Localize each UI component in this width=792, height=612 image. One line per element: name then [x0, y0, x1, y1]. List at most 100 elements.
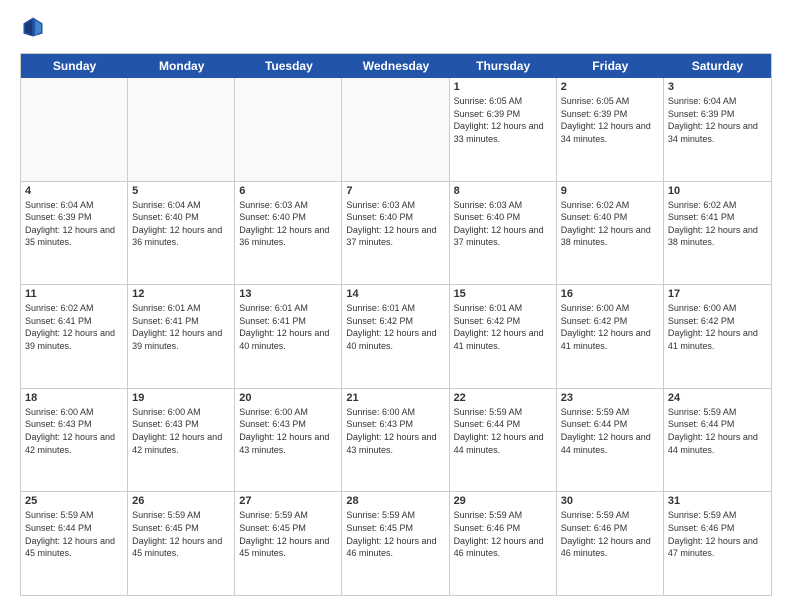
header-cell-friday: Friday	[557, 54, 664, 78]
calendar-header: SundayMondayTuesdayWednesdayThursdayFrid…	[21, 54, 771, 78]
day-cell-23: 23 Sunrise: 5:59 AM Sunset: 6:44 PM Dayli…	[557, 389, 664, 492]
day-number: 15	[454, 288, 552, 300]
calendar-body: 1 Sunrise: 6:05 AM Sunset: 6:39 PM Daylig…	[21, 78, 771, 595]
empty-cell	[342, 78, 449, 181]
day-cell-13: 13Sunrise: 6:01 AM Sunset: 6:41 PM Dayli…	[235, 285, 342, 388]
day-info: Sunrise: 6:02 AM Sunset: 6:40 PM Dayligh…	[561, 199, 659, 249]
empty-cell	[235, 78, 342, 181]
header-cell-tuesday: Tuesday	[235, 54, 342, 78]
day-info: Sunrise: 6:00 AM Sunset: 6:43 PM Dayligh…	[346, 406, 444, 456]
day-cell-12: 12 Sunrise: 6:01 AM Sunset: 6:41 PM Dayli…	[128, 285, 235, 388]
day-info: Sunrise: 6:05 AM Sunset: 6:39 PM Dayligh…	[454, 95, 552, 145]
day-number: 23	[561, 392, 659, 404]
header-cell-saturday: Saturday	[664, 54, 771, 78]
day-number: 28	[346, 495, 444, 507]
day-number: 17	[668, 288, 767, 300]
day-cell-18: 18Sunrise: 6:00 AM Sunset: 6:43 PM Dayli…	[21, 389, 128, 492]
header	[20, 16, 772, 43]
header-cell-monday: Monday	[128, 54, 235, 78]
day-info: Sunrise: 5:59 AM Sunset: 6:44 PM Dayligh…	[454, 406, 552, 456]
day-number: 9	[561, 185, 659, 197]
day-number: 25	[25, 495, 123, 507]
day-number: 4	[25, 185, 123, 197]
day-info: Sunrise: 5:59 AM Sunset: 6:46 PM Dayligh…	[454, 509, 552, 559]
day-number: 21	[346, 392, 444, 404]
day-info: Sunrise: 5:59 AM Sunset: 6:46 PM Dayligh…	[668, 509, 767, 559]
day-info: Sunrise: 6:00 AM Sunset: 6:43 PM Dayligh…	[132, 406, 230, 456]
day-cell-26: 26 Sunrise: 5:59 AM Sunset: 6:45 PM Dayli…	[128, 492, 235, 595]
day-cell-27: 27 Sunrise: 5:59 AM Sunset: 6:45 PM Dayli…	[235, 492, 342, 595]
day-info: Sunrise: 6:01 AM Sunset: 6:41 PM Dayligh…	[132, 302, 230, 352]
day-cell-6: 6 Sunrise: 6:03 AM Sunset: 6:40 PM Daylig…	[235, 182, 342, 285]
day-number: 1	[454, 81, 552, 93]
day-cell-4: 4 Sunrise: 6:04 AM Sunset: 6:39 PM Daylig…	[21, 182, 128, 285]
week-row-4: 25 Sunrise: 5:59 AM Sunset: 6:44 PM Dayli…	[21, 492, 771, 595]
day-cell-24: 24 Sunrise: 5:59 AM Sunset: 6:44 PM Dayli…	[664, 389, 771, 492]
header-cell-thursday: Thursday	[450, 54, 557, 78]
day-cell-22: 22 Sunrise: 5:59 AM Sunset: 6:44 PM Dayli…	[450, 389, 557, 492]
day-info: Sunrise: 5:59 AM Sunset: 6:46 PM Dayligh…	[561, 509, 659, 559]
day-info: Sunrise: 6:01 AM Sunset: 6:42 PM Dayligh…	[346, 302, 444, 352]
day-info: Sunrise: 6:02 AM Sunset: 6:41 PM Dayligh…	[25, 302, 123, 352]
day-cell-1: 1 Sunrise: 6:05 AM Sunset: 6:39 PM Daylig…	[450, 78, 557, 181]
day-info: Sunrise: 5:59 AM Sunset: 6:44 PM Dayligh…	[561, 406, 659, 456]
day-cell-29: 29 Sunrise: 5:59 AM Sunset: 6:46 PM Dayli…	[450, 492, 557, 595]
week-row-3: 18 Sunrise: 6:00 AM Sunset: 6:43 PM Dayli…	[21, 389, 771, 493]
day-number: 16	[561, 288, 659, 300]
day-info: Sunrise: 6:03 AM Sunset: 6:40 PM Dayligh…	[346, 199, 444, 249]
day-info: Sunrise: 6:04 AM Sunset: 6:40 PM Dayligh…	[132, 199, 230, 249]
day-number: 30	[561, 495, 659, 507]
day-number: 18	[25, 392, 123, 404]
day-info: Sunrise: 6:01 AM Sunset: 6:42 PM Dayligh…	[454, 302, 552, 352]
day-number: 7	[346, 185, 444, 197]
day-cell-14: 14 Sunrise: 6:01 AM Sunset: 6:42 PM Dayli…	[342, 285, 449, 388]
day-cell-3: 3 Sunrise: 6:04 AM Sunset: 6:39 PM Daylig…	[664, 78, 771, 181]
day-info: Sunrise: 6:03 AM Sunset: 6:40 PM Dayligh…	[454, 199, 552, 249]
day-info: Sunrise: 6:00 AM Sunset: 6:43 PM Dayligh…	[239, 406, 337, 456]
day-info: Sunrise: 6:00 AM Sunset: 6:42 PM Dayligh…	[561, 302, 659, 352]
day-number: 27	[239, 495, 337, 507]
header-cell-wednesday: Wednesday	[342, 54, 449, 78]
day-info: Sunrise: 5:59 AM Sunset: 6:44 PM Dayligh…	[668, 406, 767, 456]
logo	[20, 16, 44, 43]
day-cell-11: 11 Sunrise: 6:02 AM Sunset: 6:41 PM Dayli…	[21, 285, 128, 388]
day-cell-2: 2 Sunrise: 6:05 AM Sunset: 6:39 PM Daylig…	[557, 78, 664, 181]
day-info: Sunrise: 6:05 AM Sunset: 6:39 PM Dayligh…	[561, 95, 659, 145]
day-info: Sunrise: 6:03 AM Sunset: 6:40 PM Dayligh…	[239, 199, 337, 249]
day-cell-28: 28Sunrise: 5:59 AM Sunset: 6:45 PM Dayli…	[342, 492, 449, 595]
day-cell-16: 16 Sunrise: 6:00 AM Sunset: 6:42 PM Dayli…	[557, 285, 664, 388]
day-info: Sunrise: 6:04 AM Sunset: 6:39 PM Dayligh…	[25, 199, 123, 249]
day-number: 24	[668, 392, 767, 404]
day-number: 6	[239, 185, 337, 197]
day-info: Sunrise: 5:59 AM Sunset: 6:45 PM Dayligh…	[132, 509, 230, 559]
week-row-2: 11 Sunrise: 6:02 AM Sunset: 6:41 PM Dayli…	[21, 285, 771, 389]
day-cell-7: 7 Sunrise: 6:03 AM Sunset: 6:40 PM Daylig…	[342, 182, 449, 285]
day-cell-30: 30 Sunrise: 5:59 AM Sunset: 6:46 PM Dayli…	[557, 492, 664, 595]
header-cell-sunday: Sunday	[21, 54, 128, 78]
day-number: 12	[132, 288, 230, 300]
day-cell-25: 25 Sunrise: 5:59 AM Sunset: 6:44 PM Dayli…	[21, 492, 128, 595]
day-cell-8: 8Sunrise: 6:03 AM Sunset: 6:40 PM Daylig…	[450, 182, 557, 285]
day-cell-20: 20Sunrise: 6:00 AM Sunset: 6:43 PM Dayli…	[235, 389, 342, 492]
day-number: 29	[454, 495, 552, 507]
day-number: 2	[561, 81, 659, 93]
empty-cell	[21, 78, 128, 181]
day-number: 26	[132, 495, 230, 507]
day-number: 14	[346, 288, 444, 300]
day-cell-17: 17 Sunrise: 6:00 AM Sunset: 6:42 PM Dayli…	[664, 285, 771, 388]
day-info: Sunrise: 6:04 AM Sunset: 6:39 PM Dayligh…	[668, 95, 767, 145]
day-number: 5	[132, 185, 230, 197]
day-info: Sunrise: 5:59 AM Sunset: 6:44 PM Dayligh…	[25, 509, 123, 559]
week-row-0: 1 Sunrise: 6:05 AM Sunset: 6:39 PM Daylig…	[21, 78, 771, 182]
day-number: 3	[668, 81, 767, 93]
day-number: 11	[25, 288, 123, 300]
day-number: 22	[454, 392, 552, 404]
logo-icon	[22, 16, 44, 38]
day-info: Sunrise: 6:02 AM Sunset: 6:41 PM Dayligh…	[668, 199, 767, 249]
day-info: Sunrise: 5:59 AM Sunset: 6:45 PM Dayligh…	[239, 509, 337, 559]
day-info: Sunrise: 6:00 AM Sunset: 6:42 PM Dayligh…	[668, 302, 767, 352]
day-cell-19: 19Sunrise: 6:00 AM Sunset: 6:43 PM Dayli…	[128, 389, 235, 492]
day-number: 13	[239, 288, 337, 300]
day-cell-15: 15 Sunrise: 6:01 AM Sunset: 6:42 PM Dayli…	[450, 285, 557, 388]
week-row-1: 4 Sunrise: 6:04 AM Sunset: 6:39 PM Daylig…	[21, 182, 771, 286]
